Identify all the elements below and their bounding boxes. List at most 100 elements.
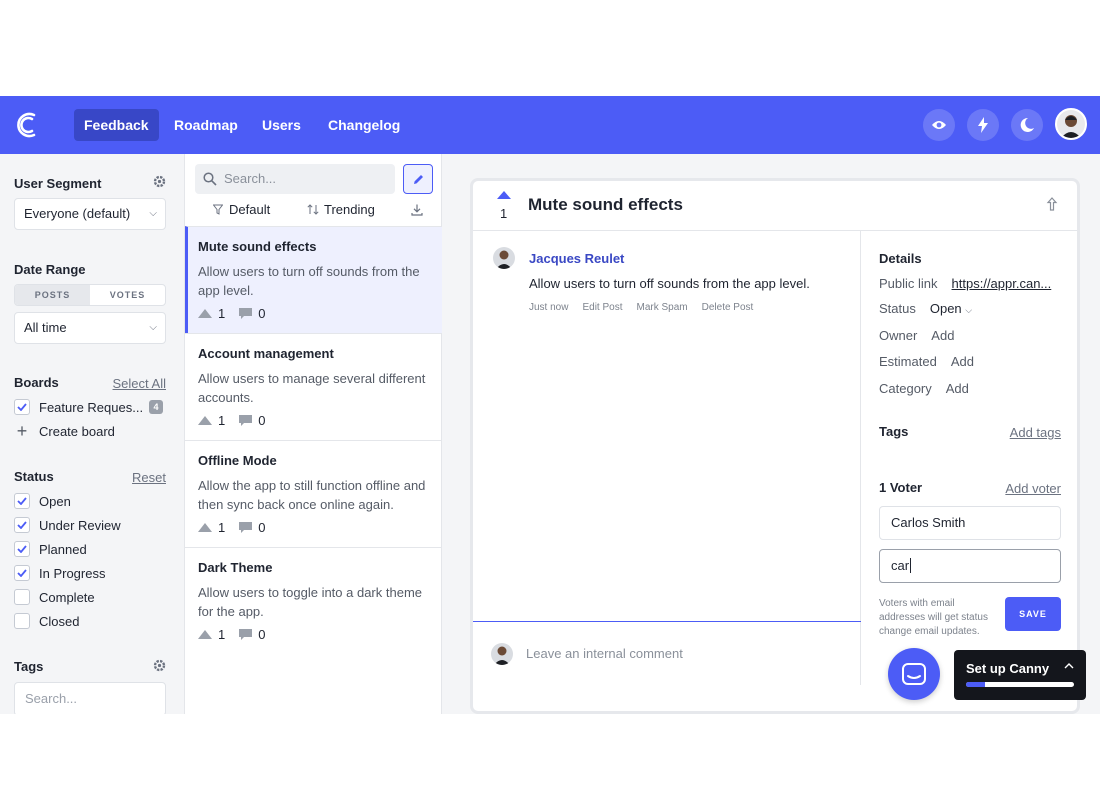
post-detail-header: 1 Mute sound effects bbox=[473, 181, 1077, 231]
status-checkbox[interactable] bbox=[14, 541, 30, 557]
post-card[interactable]: Account management Allow users to manage … bbox=[185, 333, 442, 440]
post-card-description: Allow users to toggle into a dark theme … bbox=[198, 585, 423, 619]
author-avatar[interactable] bbox=[493, 247, 515, 269]
voter-search-value: car bbox=[891, 558, 910, 573]
setup-progress-fill bbox=[966, 682, 986, 687]
mark-spam-link[interactable]: Mark Spam bbox=[637, 302, 688, 313]
status-filter-complete[interactable]: Complete bbox=[14, 588, 95, 606]
post-search-input[interactable]: Search... bbox=[195, 164, 395, 194]
select-all-boards-link[interactable]: Select All bbox=[113, 376, 166, 391]
app-root: Feedback Roadmap Users Changelog User Se… bbox=[0, 96, 1100, 714]
add-owner-button[interactable]: Add bbox=[931, 328, 954, 343]
post-timestamp: Just now bbox=[529, 302, 569, 313]
status-reset-link[interactable]: Reset bbox=[132, 470, 166, 485]
status-filter-label: Complete bbox=[39, 589, 95, 605]
sort-default-button[interactable]: Default bbox=[213, 202, 270, 217]
toggle-votes[interactable]: VOTES bbox=[90, 285, 165, 305]
post-author-name[interactable]: Jacques Reulet bbox=[529, 251, 624, 266]
posts-votes-toggle: POSTS VOTES bbox=[14, 284, 166, 306]
status-filter-label: Planned bbox=[39, 541, 87, 557]
check-icon bbox=[17, 569, 27, 577]
add-category-button[interactable]: Add bbox=[946, 381, 969, 396]
status-checkbox[interactable] bbox=[14, 493, 30, 509]
toggle-posts[interactable]: POSTS bbox=[15, 285, 90, 305]
setup-canny-widget[interactable]: Set up Canny bbox=[954, 650, 1086, 700]
status-checkbox[interactable] bbox=[14, 517, 30, 533]
pencil-icon bbox=[413, 174, 423, 184]
post-body-column: Jacques Reulet Allow users to turn off s… bbox=[473, 231, 861, 685]
create-board-button[interactable]: + Create board bbox=[14, 422, 115, 440]
user-segment-select[interactable]: Everyone (default) ⌵ bbox=[14, 198, 166, 230]
gear-icon[interactable] bbox=[153, 175, 166, 188]
upvote-icon[interactable] bbox=[198, 523, 212, 532]
sort-trending-button[interactable]: Trending bbox=[307, 202, 375, 217]
download-icon[interactable] bbox=[411, 204, 423, 216]
delete-post-link[interactable]: Delete Post bbox=[702, 302, 754, 313]
post-card-meta: 10 bbox=[198, 520, 430, 535]
status-filter-under-review[interactable]: Under Review bbox=[14, 516, 121, 534]
gear-icon[interactable] bbox=[153, 659, 166, 672]
add-tags-link[interactable]: Add tags bbox=[1010, 425, 1061, 440]
post-card-description: Allow users to manage several different … bbox=[198, 371, 426, 405]
user-avatar[interactable] bbox=[1055, 108, 1087, 140]
board-checkbox-row[interactable]: Feature Reques... 4 bbox=[14, 398, 164, 416]
add-voter-link[interactable]: Add voter bbox=[1005, 481, 1061, 496]
tab-roadmap[interactable]: Roadmap bbox=[164, 109, 248, 141]
internal-comment-box[interactable]: Leave an internal comment bbox=[473, 621, 861, 685]
status-filter-label: Closed bbox=[39, 613, 80, 629]
voter-name-field[interactable]: Carlos Smith bbox=[879, 506, 1061, 540]
filter-icon bbox=[213, 204, 223, 215]
comment-icon bbox=[239, 414, 253, 426]
post-card-title: Dark Theme bbox=[198, 560, 273, 575]
tab-changelog[interactable]: Changelog bbox=[318, 109, 410, 141]
status-filter-label: Open bbox=[39, 493, 71, 509]
tags-search-input[interactable]: Search... bbox=[14, 682, 166, 714]
sort-default-label: Default bbox=[229, 202, 271, 217]
owner-row: Owner Add bbox=[879, 328, 954, 343]
view-as-button[interactable] bbox=[923, 109, 955, 141]
status-checkbox[interactable] bbox=[14, 589, 30, 605]
public-link-value[interactable]: https://appr.can... bbox=[952, 276, 1052, 291]
status-row: Status Open ⌵ bbox=[879, 301, 972, 316]
status-filter-open[interactable]: Open bbox=[14, 492, 71, 510]
board-name: Feature Reques... bbox=[39, 399, 144, 415]
upvote-icon[interactable] bbox=[198, 309, 212, 318]
board-checkbox[interactable] bbox=[14, 399, 30, 415]
pin-icon[interactable] bbox=[1045, 197, 1059, 211]
status-filter-closed[interactable]: Closed bbox=[14, 612, 79, 630]
status-checkbox[interactable] bbox=[14, 613, 30, 629]
date-range-select[interactable]: All time ⌵ bbox=[14, 312, 166, 344]
quick-actions-button[interactable] bbox=[967, 109, 999, 141]
chevron-up-icon[interactable] bbox=[1064, 662, 1074, 669]
status-checkbox[interactable] bbox=[14, 565, 30, 581]
notifications-button[interactable] bbox=[1011, 109, 1043, 141]
voters-heading: 1 Voter bbox=[879, 480, 923, 495]
eye-icon bbox=[932, 121, 946, 129]
user-segment-value: Everyone (default) bbox=[24, 206, 131, 221]
owner-label: Owner bbox=[879, 328, 918, 343]
detail-vote-count: 1 bbox=[500, 206, 508, 221]
tab-feedback[interactable]: Feedback bbox=[74, 109, 159, 141]
post-card[interactable]: Dark Theme Allow users to toggle into a d… bbox=[185, 547, 442, 654]
setup-canny-label: Set up Canny bbox=[966, 661, 1050, 676]
chevron-down-icon: ⌵ bbox=[965, 305, 973, 315]
status-filter-planned[interactable]: Planned bbox=[14, 540, 87, 558]
voter-search-input[interactable]: car bbox=[879, 549, 1061, 583]
canny-logo-icon[interactable] bbox=[14, 110, 40, 140]
status-select[interactable]: Open ⌵ bbox=[930, 301, 972, 316]
add-estimate-button[interactable]: Add bbox=[951, 354, 974, 369]
chat-launcher-button[interactable] bbox=[888, 648, 940, 700]
create-post-button[interactable] bbox=[403, 164, 433, 194]
post-card[interactable]: Offline Mode Allow the app to still funct… bbox=[185, 440, 442, 547]
edit-post-link[interactable]: Edit Post bbox=[582, 302, 622, 313]
tab-users[interactable]: Users bbox=[252, 109, 311, 141]
save-voter-button[interactable]: SAVE bbox=[1005, 597, 1061, 631]
tags-heading: Tags bbox=[14, 659, 44, 674]
post-card[interactable]: Mute sound effects Allow users to turn of… bbox=[185, 226, 442, 333]
upvote-icon[interactable] bbox=[198, 416, 212, 425]
upvote-icon[interactable] bbox=[198, 630, 212, 639]
upvote-arrow-icon[interactable] bbox=[497, 191, 511, 199]
post-card-description: Allow users to turn off sounds from the … bbox=[198, 264, 420, 298]
post-card-meta: 10 bbox=[198, 306, 430, 321]
status-filter-in-progress[interactable]: In Progress bbox=[14, 564, 105, 582]
